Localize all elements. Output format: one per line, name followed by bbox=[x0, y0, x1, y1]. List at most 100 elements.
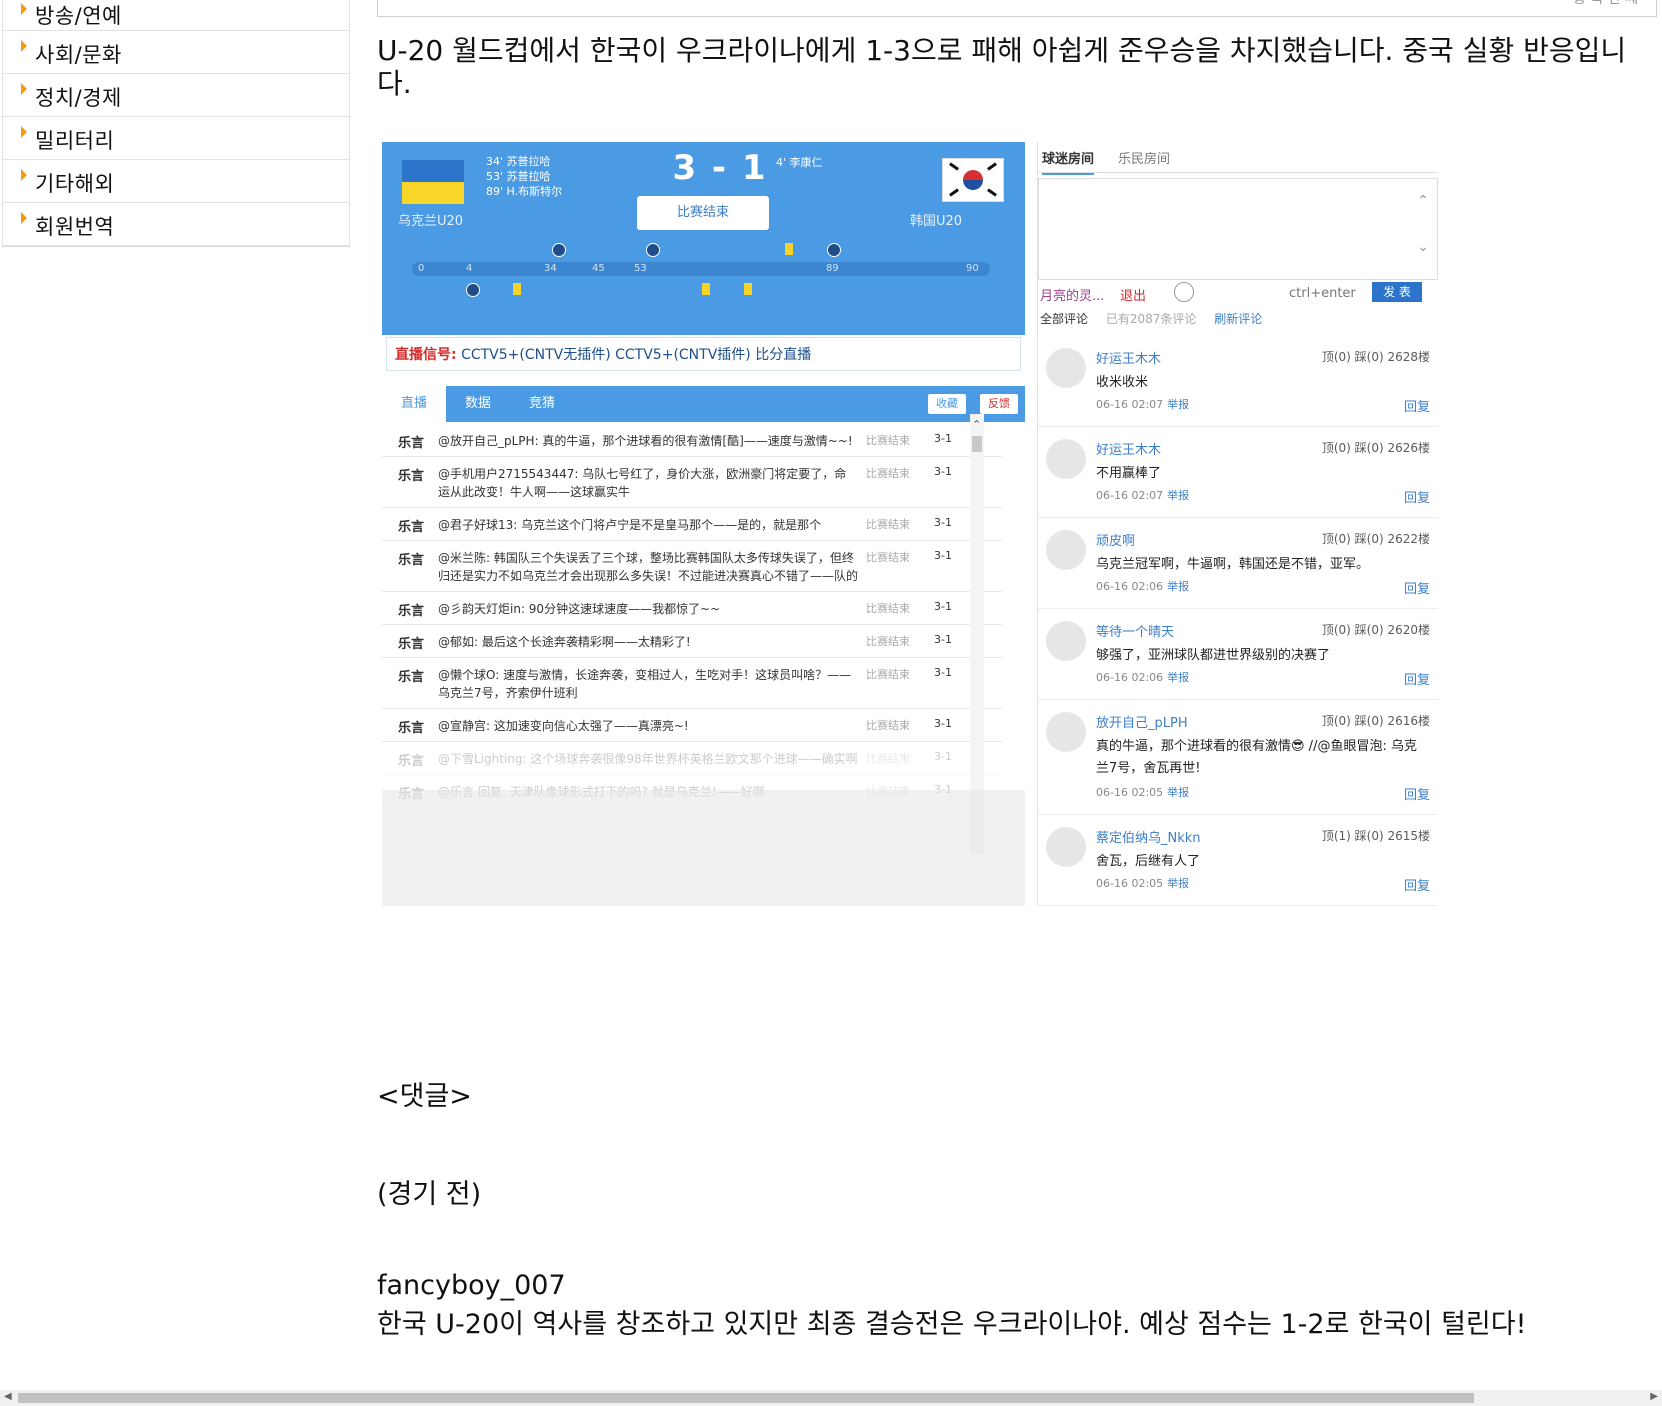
tab-lemin-room[interactable]: 乐民房间 bbox=[1118, 148, 1170, 167]
comment-author[interactable]: 放开自己_pLPH bbox=[1096, 712, 1188, 731]
logout-link[interactable]: 退出 bbox=[1120, 285, 1146, 304]
yellow-card-icon bbox=[744, 283, 752, 295]
reply-link[interactable]: 回复 bbox=[1404, 669, 1430, 688]
comment-compose-footer: 月亮的灵... 退出 ctrl+enter 发 表 bbox=[1038, 282, 1438, 306]
comment-tabs: 球迷房间 乐民房间 bbox=[1038, 142, 1438, 175]
comment-author[interactable]: 好运王木木 bbox=[1096, 439, 1161, 458]
report-link[interactable]: 举报 bbox=[1167, 398, 1189, 411]
feed-status: 比赛结束 bbox=[866, 518, 910, 531]
comment-votes: 顶(0) 踩(0) 2622楼 bbox=[1321, 532, 1430, 546]
sidebar-item-label: 회원번역 bbox=[35, 215, 115, 239]
scrollbar-thumb[interactable] bbox=[972, 436, 982, 452]
feed-status: 比赛结束 bbox=[866, 602, 910, 615]
comment-input[interactable]: ⌃ ⌄ bbox=[1038, 178, 1438, 280]
comment-time: 06-16 02:07 bbox=[1096, 398, 1164, 411]
feed-status: 比赛结束 bbox=[866, 635, 910, 648]
feed-message: @下雪Lighting: 这个场球奔袭很像98年世界杯英格兰欧文那个进球——确实… bbox=[438, 752, 858, 766]
feedback-button[interactable]: 反馈 bbox=[980, 394, 1018, 414]
comment-author[interactable]: 顽皮啊 bbox=[1096, 530, 1135, 549]
away-goal: 4' 李康仁 bbox=[776, 156, 823, 169]
feed-author: 乐言 bbox=[398, 604, 425, 619]
comment-text: 够强了，亚洲球队都进世界级别的决赛了 bbox=[1096, 648, 1331, 663]
tab-fan-room[interactable]: 球迷房间 bbox=[1042, 148, 1095, 175]
filter-all[interactable]: 全部评论 bbox=[1040, 312, 1088, 326]
comment-body: 한국 U-20이 역사를 창조하고 있지만 최종 결승전은 우크라이나야. 예상… bbox=[377, 1309, 1527, 1340]
section-label: (경기 전) bbox=[377, 1179, 482, 1210]
chevron-up-icon[interactable]: ⌃ bbox=[1417, 193, 1429, 209]
comment-filter: 全部评论 已有2087条评论 刷新评论 bbox=[1040, 310, 1276, 327]
sidebar-item-military[interactable]: 밀리터리 bbox=[2, 117, 350, 160]
sidebar-item-society[interactable]: 사회/문화 bbox=[2, 31, 350, 74]
feed-message: @君子好球13: 乌克兰这个门将卢宁是不是皇马那个——是的，就是那个 bbox=[438, 518, 822, 532]
refresh-link[interactable]: 刷新评论 bbox=[1214, 312, 1262, 326]
current-user[interactable]: 月亮的灵... bbox=[1040, 285, 1104, 304]
feed-score: 3-1 bbox=[934, 717, 952, 730]
feed-score: 3-1 bbox=[934, 432, 952, 445]
feed-author: 乐言 bbox=[398, 553, 425, 568]
comment-text: 乌克兰冠军啊，牛逼啊，韩国还是不错，亚军。 bbox=[1096, 557, 1370, 572]
goal-ball-icon bbox=[552, 243, 566, 257]
feed-scrollbar[interactable]: ⌃ bbox=[970, 414, 984, 854]
live-feed: 乐言 @放开自己_pLPH: 真的牛逼，那个进球看的很有激情[酷]——速度与激情… bbox=[382, 424, 1002, 808]
scrollbar-thumb[interactable] bbox=[18, 1393, 1474, 1403]
avatar bbox=[1046, 439, 1086, 479]
feed-row: 乐言 @宣静宫: 这加速变向信心太强了——真漂亮~! 比赛结束 3-1 bbox=[382, 709, 1002, 742]
collect-button[interactable]: 收藏 bbox=[928, 394, 966, 414]
feed-message: @米兰陈: 韩国队三个失误丢了三个球，整场比赛韩国队太多传球失误了，但终归还是实… bbox=[438, 551, 859, 583]
feed-author: 乐言 bbox=[398, 637, 425, 652]
signal-links[interactable]: CCTV5+(CNTV无插件) CCTV5+(CNTV插件) 比分直播 bbox=[461, 347, 811, 363]
scroll-left-icon[interactable]: ◀ bbox=[4, 1391, 12, 1402]
avatar bbox=[1046, 827, 1086, 867]
timeline-tick: 45 bbox=[592, 263, 605, 274]
comment-item: 放开自己_pLPH 顶(0) 踩(0) 2616楼 真的牛逼，那个进球看的很有激… bbox=[1038, 700, 1438, 815]
reply-link[interactable]: 回复 bbox=[1404, 487, 1430, 506]
sidebar-item-broadcast[interactable]: 방송/연예 bbox=[2, 0, 350, 31]
avatar bbox=[1046, 530, 1086, 570]
report-link[interactable]: 举报 bbox=[1167, 877, 1189, 890]
comment-item: 好运王木木 顶(0) 踩(0) 2628楼 收米收米 06-16 02:07 举报… bbox=[1038, 336, 1438, 427]
sidebar-item-label: 기타해외 bbox=[35, 172, 115, 196]
reply-link[interactable]: 回复 bbox=[1404, 578, 1430, 597]
comments-panel: 球迷房间 乐民房间 ⌃ ⌄ 月亮的灵... 退出 ctrl+enter 发 表 … bbox=[1037, 142, 1444, 906]
sidebar-item-member-translation[interactable]: 회원번역 bbox=[2, 203, 350, 246]
score: 3 - 1 bbox=[672, 148, 768, 188]
timeline-tick: 90 bbox=[966, 263, 979, 274]
yellow-card-icon bbox=[513, 283, 521, 295]
arrow-right-icon bbox=[21, 212, 27, 224]
reply-link[interactable]: 回复 bbox=[1404, 784, 1430, 803]
send-button[interactable]: 发 表 bbox=[1372, 282, 1422, 302]
report-link[interactable]: 举报 bbox=[1167, 786, 1189, 799]
feed-message: @手机用户2715543447: 乌队七号红了，身价大涨，欧洲豪门将定要了，命运… bbox=[438, 467, 847, 499]
feed-row: 乐言 @郁如: 最后这个长途奔袭精彩啊——太精彩了! 比赛结束 3-1 bbox=[382, 625, 1002, 658]
tab-quiz[interactable]: 竞猜 bbox=[510, 386, 574, 422]
header-box-text: 종 목 번 째 bbox=[1573, 0, 1638, 8]
comment-time: 06-16 02:07 bbox=[1096, 489, 1164, 502]
article-header-box: 종 목 번 째 bbox=[377, 0, 1657, 17]
report-link[interactable]: 举报 bbox=[1167, 489, 1189, 502]
sidebar-item-label: 사회/문화 bbox=[35, 43, 122, 67]
report-link[interactable]: 举报 bbox=[1167, 580, 1189, 593]
match-status-button[interactable]: 比赛结束 bbox=[637, 196, 769, 230]
chevron-down-icon[interactable]: ⌄ bbox=[1417, 239, 1429, 255]
arrow-right-icon bbox=[21, 3, 27, 15]
feed-score: 3-1 bbox=[934, 666, 952, 679]
timeline-tick: 34 bbox=[544, 263, 557, 274]
sidebar-item-overseas[interactable]: 기타해외 bbox=[2, 160, 350, 203]
comment-author[interactable]: 蔡定伯纳乌_Nkkn bbox=[1096, 827, 1201, 846]
scroll-right-icon[interactable]: ▶ bbox=[1650, 1391, 1658, 1402]
emoji-icon[interactable] bbox=[1174, 282, 1194, 302]
tab-live[interactable]: 直播 bbox=[382, 386, 446, 422]
comment-votes: 顶(0) 踩(0) 2616楼 bbox=[1321, 714, 1430, 728]
reply-link[interactable]: 回复 bbox=[1404, 875, 1430, 894]
feed-row: 乐言 @米兰陈: 韩国队三个失误丢了三个球，整场比赛韩国队太多传球失误了，但终归… bbox=[382, 541, 1002, 592]
horizontal-scrollbar[interactable]: ◀ ▶ bbox=[0, 1390, 1662, 1406]
goal-ball-icon bbox=[646, 243, 660, 257]
reply-link[interactable]: 回复 bbox=[1404, 396, 1430, 415]
chevron-up-icon[interactable]: ⌃ bbox=[972, 418, 981, 431]
comment-author[interactable]: 等待一个晴天 bbox=[1096, 621, 1174, 640]
feed-score: 3-1 bbox=[934, 600, 952, 613]
report-link[interactable]: 举报 bbox=[1167, 671, 1189, 684]
sidebar-item-politics[interactable]: 정치/경제 bbox=[2, 74, 350, 117]
comment-author[interactable]: 好运王木木 bbox=[1096, 348, 1161, 367]
tab-data[interactable]: 数据 bbox=[446, 386, 510, 422]
